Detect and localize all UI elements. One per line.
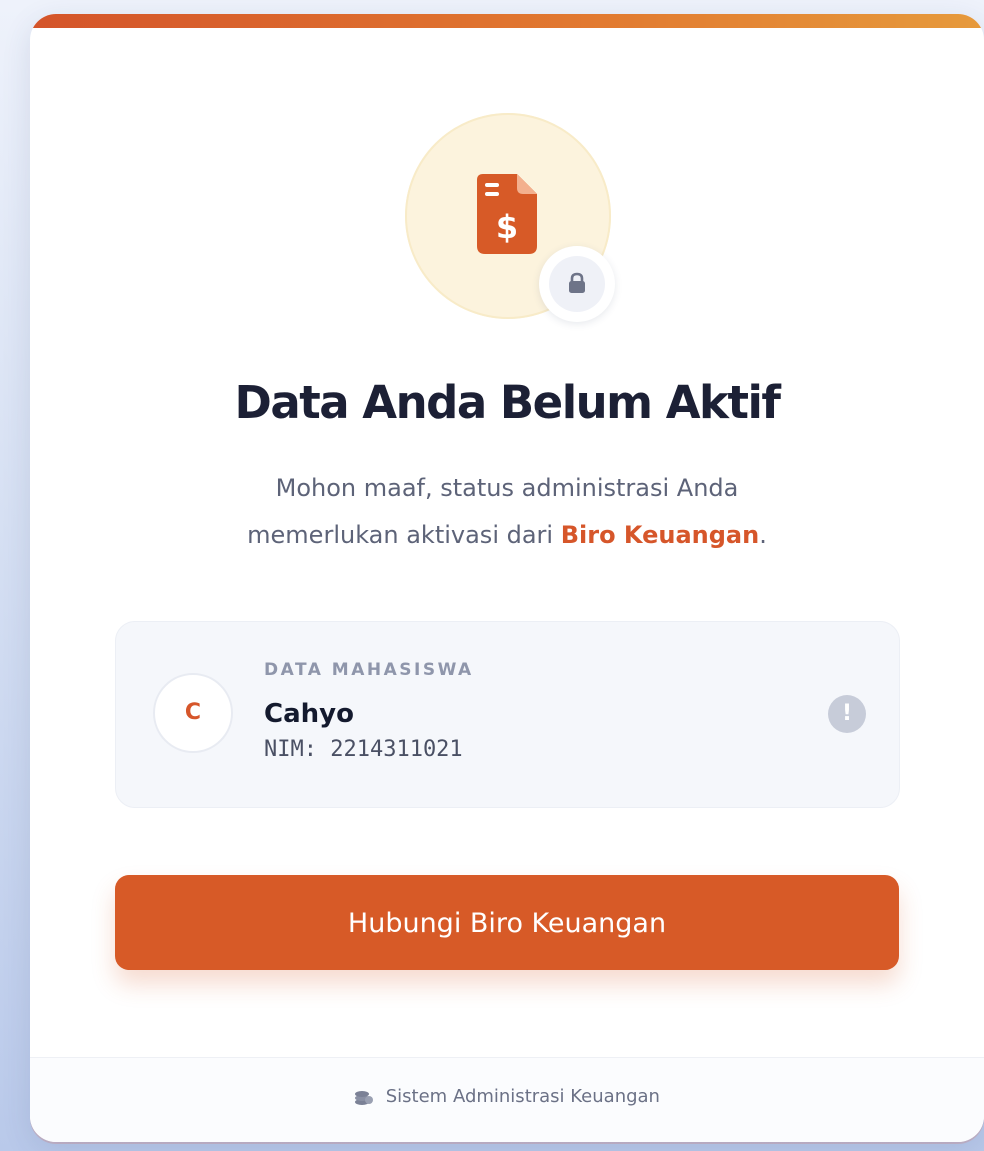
subtitle-line-1: Mohon maaf, status administrasi Anda — [275, 474, 739, 502]
student-name: Cahyo — [264, 699, 354, 729]
biro-keuangan-highlight: Biro Keuangan — [560, 521, 760, 549]
student-nim: NIM: 2214311021 — [264, 737, 463, 762]
avatar: C — [153, 673, 233, 753]
invoice-dollar-icon: $ — [477, 174, 537, 254]
student-info-box: C DATA MAHASISWA Cahyo NIM: 2214311021 ! — [115, 621, 900, 808]
card-top-accent-bar — [30, 14, 984, 28]
footer: Sistem Administrasi Keuangan — [30, 1057, 984, 1142]
page-title: Data Anda Belum Aktif — [234, 376, 781, 429]
subtitle-line-2: memerlukan aktivasi dari — [247, 521, 561, 549]
subtitle-period: . — [759, 521, 767, 549]
inactive-data-card: $ Data Anda Belum Aktif Mohon maaf, stat… — [30, 14, 984, 1142]
page-subtitle: Mohon maaf, status administrasi Anda mem… — [150, 465, 864, 559]
lock-badge — [539, 246, 615, 322]
coins-icon — [355, 1091, 374, 1105]
lock-icon — [569, 272, 585, 293]
warning-icon: ! — [828, 695, 866, 733]
student-section-label: DATA MAHASISWA — [264, 660, 474, 680]
contact-biro-keuangan-button[interactable]: Hubungi Biro Keuangan — [115, 875, 899, 970]
footer-label: Sistem Administrasi Keuangan — [385, 1086, 660, 1107]
svg-text:$: $ — [496, 208, 518, 246]
